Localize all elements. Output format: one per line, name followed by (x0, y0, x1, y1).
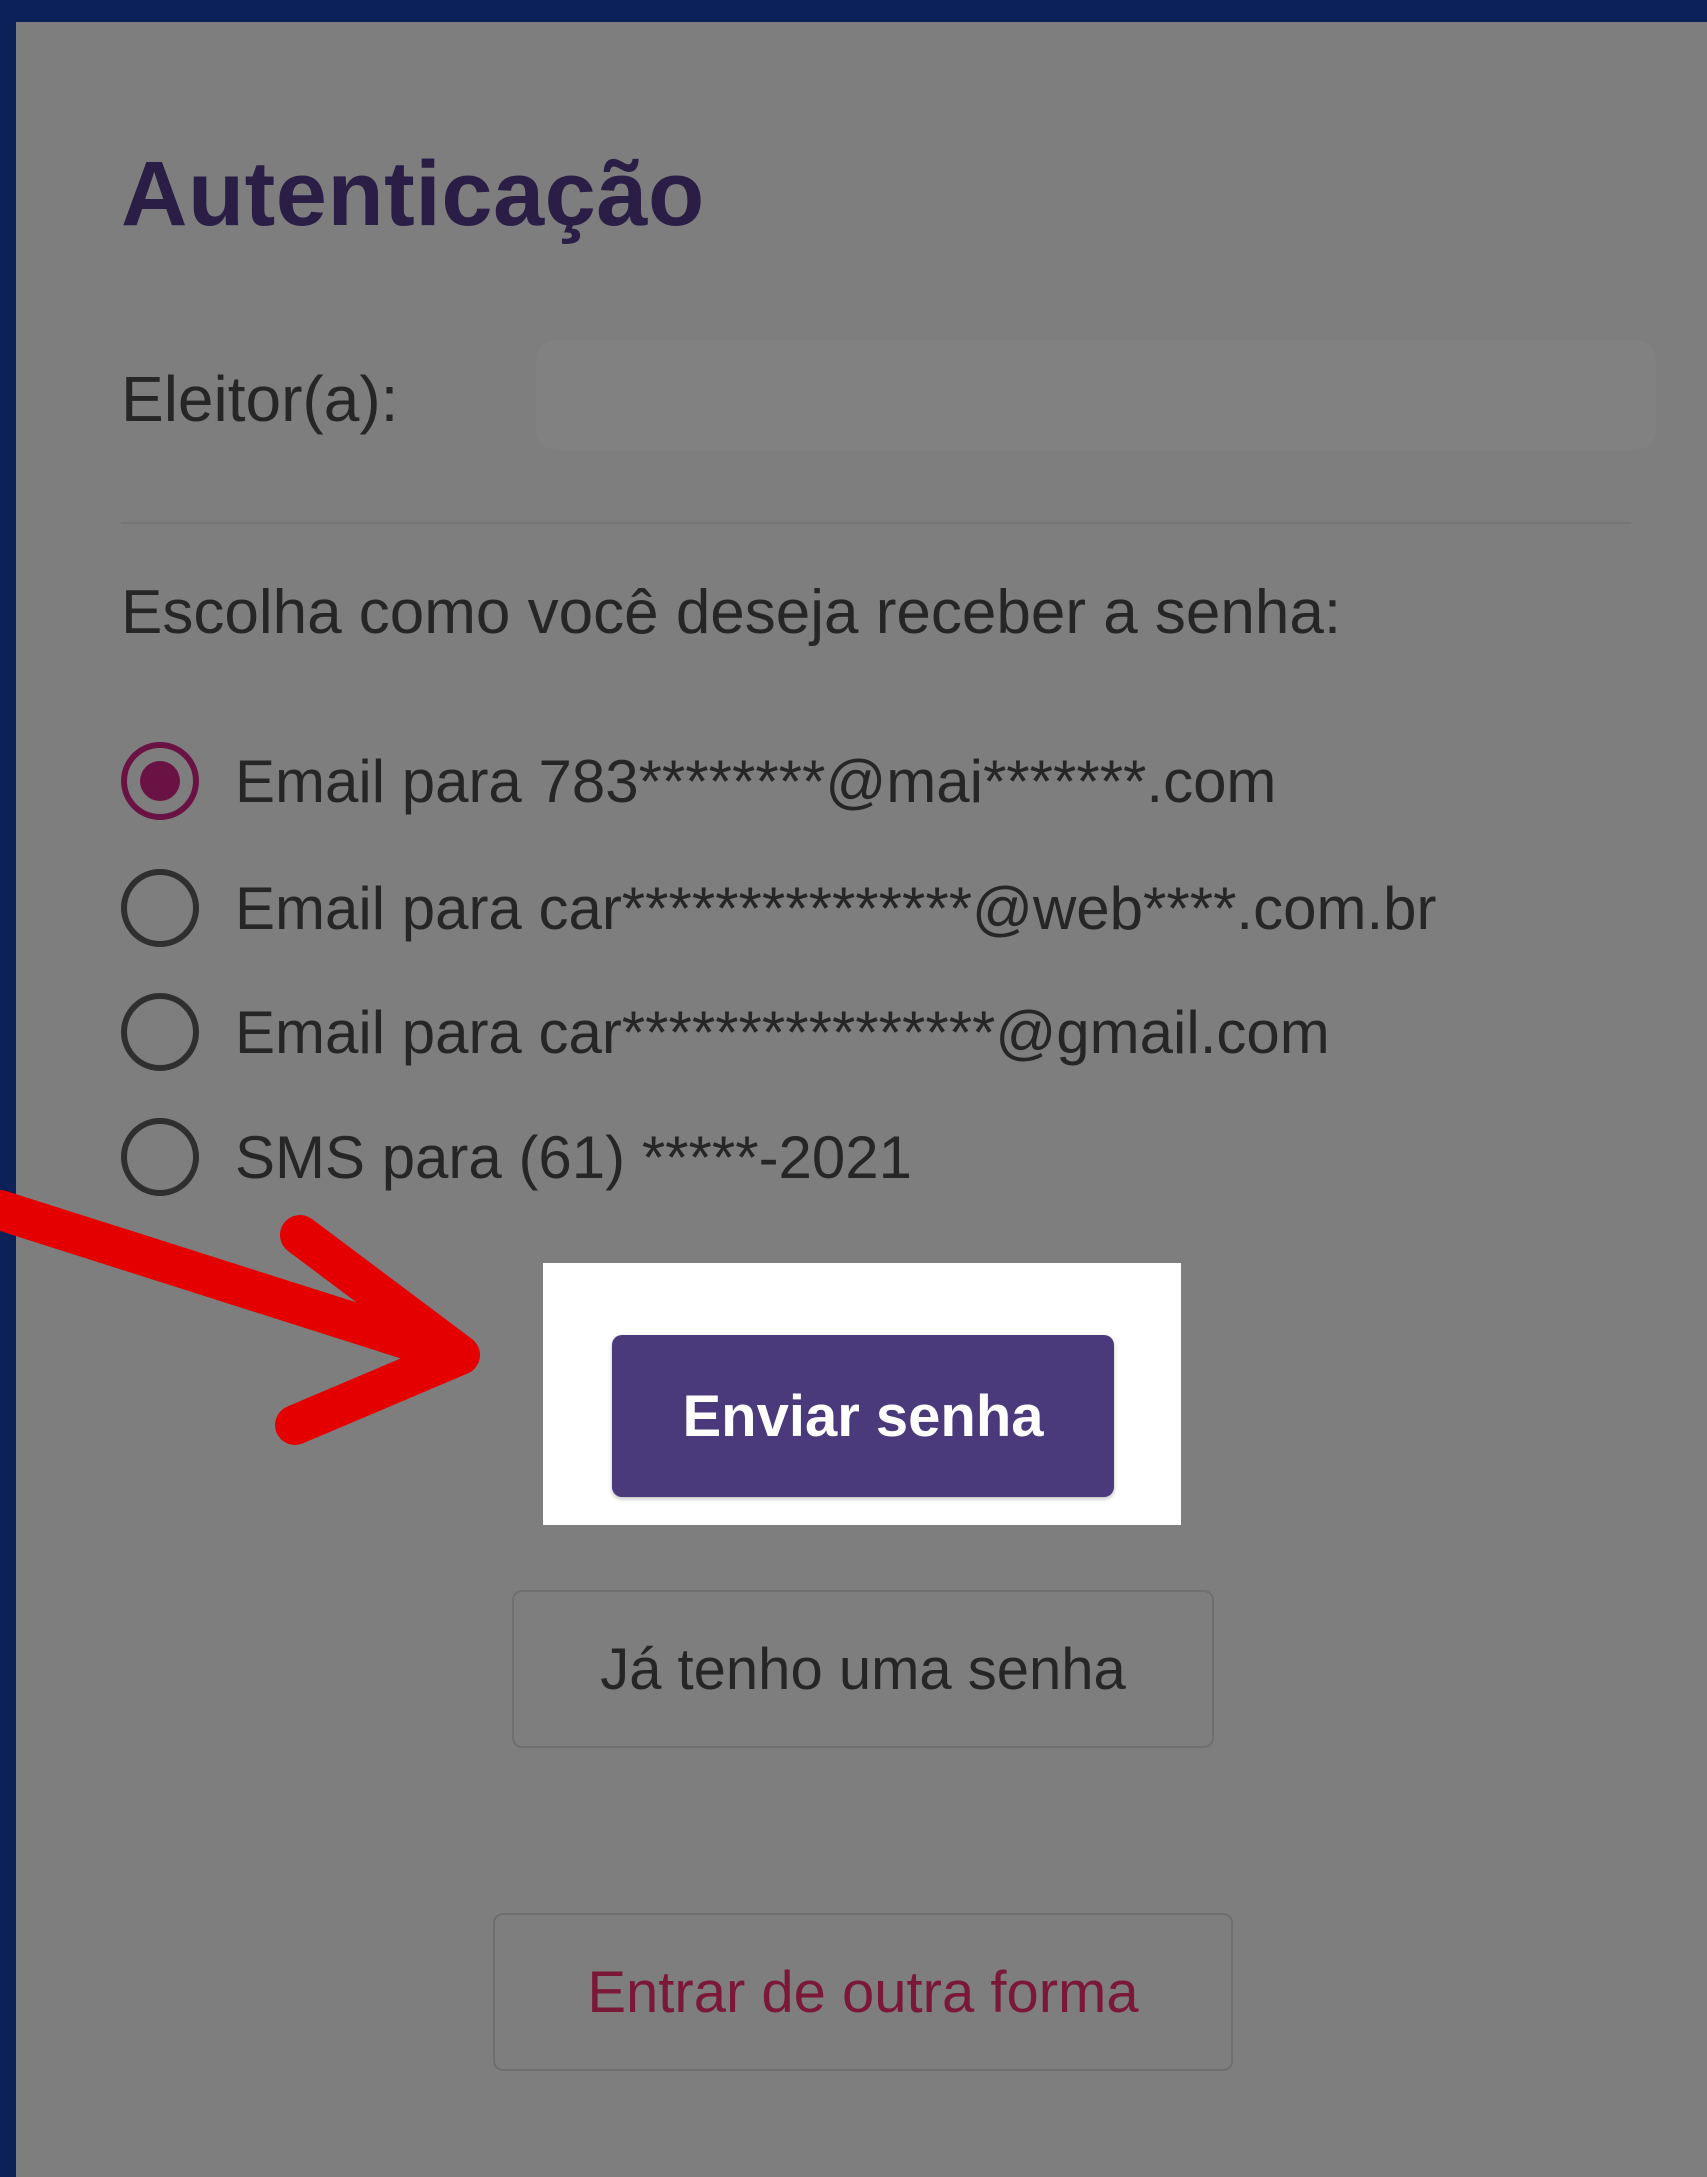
have-password-button[interactable]: Já tenho uma senha (512, 1590, 1214, 1748)
voter-name-value (536, 340, 1656, 450)
divider (121, 522, 1631, 524)
option-label: Email para 783********@mai*******.com (235, 747, 1277, 815)
option-label: Email para car***************@web****.co… (235, 874, 1437, 942)
option-email-1[interactable]: Email para 783********@mai*******.com (121, 731, 1276, 831)
radio-unselected-icon[interactable] (121, 993, 199, 1071)
auth-panel: Autenticação Eleitor(a): Escolha como vo… (16, 22, 1707, 2177)
radio-unselected-icon[interactable] (121, 869, 199, 947)
other-login-button[interactable]: Entrar de outra forma (493, 1913, 1233, 2071)
radio-selected-icon[interactable] (121, 742, 199, 820)
option-email-2[interactable]: Email para car***************@web****.co… (121, 858, 1436, 958)
send-password-button[interactable]: Enviar senha (612, 1335, 1114, 1497)
arrow-icon (0, 1190, 480, 1445)
delivery-prompt: Escolha como você deseja receber a senha… (121, 578, 1342, 647)
option-label: Email para car****************@gmail.com (235, 998, 1330, 1066)
page-title: Autenticação (121, 143, 705, 245)
option-email-3[interactable]: Email para car****************@gmail.com (121, 982, 1330, 1082)
voter-label: Eleitor(a): (121, 363, 399, 435)
